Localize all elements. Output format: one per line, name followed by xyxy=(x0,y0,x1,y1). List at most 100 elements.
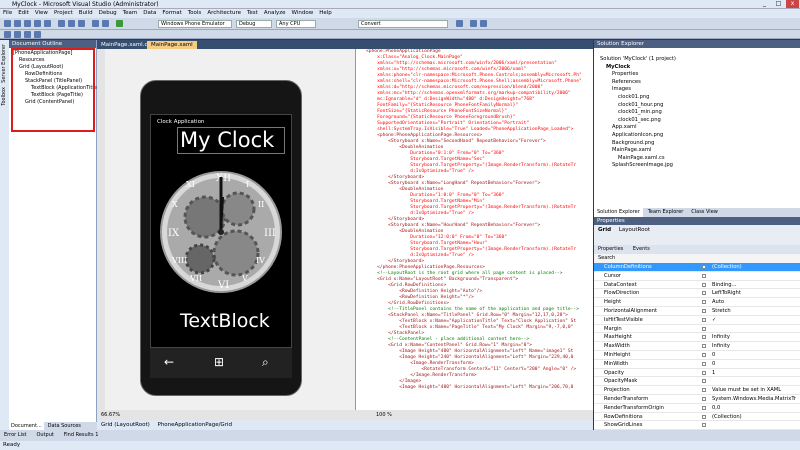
property-value[interactable]: 0 xyxy=(712,360,715,368)
solution-item[interactable]: clock01_min.png xyxy=(594,109,800,117)
maximize-button[interactable]: □ xyxy=(772,0,785,8)
menu-debug[interactable]: Debug xyxy=(96,9,120,18)
property-row[interactable]: Margin xyxy=(594,325,800,334)
property-marker-icon[interactable] xyxy=(702,273,706,278)
property-row[interactable]: OpacityMask xyxy=(594,377,800,387)
xaml-zoom[interactable]: 100 % xyxy=(356,410,593,420)
property-row[interactable]: Opacity 1 xyxy=(594,369,800,378)
menu-build[interactable]: Build xyxy=(76,9,96,18)
search-icon[interactable]: ⌕ xyxy=(262,355,269,370)
redo-icon[interactable] xyxy=(102,20,109,27)
tab-class-view[interactable]: Class View xyxy=(688,208,721,217)
tab-events[interactable]: Events xyxy=(629,246,654,252)
paste-icon[interactable] xyxy=(78,20,85,27)
page-title[interactable]: My Clock xyxy=(180,128,274,152)
property-value[interactable]: 1 xyxy=(712,369,715,377)
menu-format[interactable]: Format xyxy=(159,9,184,18)
menu-team[interactable]: Team xyxy=(120,9,141,18)
solution-item[interactable]: MainPage.xaml xyxy=(594,147,800,155)
solution-item[interactable]: Images xyxy=(594,86,800,94)
menu-tools[interactable]: Tools xyxy=(185,9,205,18)
solution-item[interactable]: Background.png xyxy=(594,140,800,148)
tab-find-results[interactable]: Find Results 1 xyxy=(60,430,103,441)
save-all-icon[interactable] xyxy=(44,20,51,27)
property-value[interactable]: LeftToRight xyxy=(712,289,741,297)
solution-item[interactable]: References xyxy=(594,79,800,87)
property-value[interactable]: 0 xyxy=(712,351,715,359)
property-row[interactable]: RenderTransformOrigin 0,0 xyxy=(594,404,800,413)
property-row[interactable]: HorizontalAlignment Stretch xyxy=(594,307,800,316)
property-value[interactable]: Value must be set in XAML xyxy=(712,386,781,394)
breadcrumb-path[interactable]: PhoneApplicationPage/Grid xyxy=(158,422,232,428)
property-row[interactable]: Cursor xyxy=(594,272,800,281)
cut-icon[interactable] xyxy=(58,20,65,27)
tab-mainpage-cs[interactable]: MainPage.xaml.cs xyxy=(97,41,154,49)
solution-item[interactable]: Properties xyxy=(594,71,800,79)
property-row[interactable]: MinWidth 0 xyxy=(594,360,800,369)
property-row[interactable]: RenderTransform System.Windows.Media.Matr… xyxy=(594,395,800,404)
property-row[interactable]: MaxHeight Infinity xyxy=(594,333,800,343)
property-value[interactable]: Auto xyxy=(712,298,724,306)
server-explorer-tab[interactable]: Server Explorer xyxy=(1,44,7,83)
property-marker-icon[interactable] xyxy=(702,370,706,375)
property-value[interactable]: 0,0 xyxy=(712,404,720,412)
save-icon[interactable] xyxy=(34,20,41,27)
zoom-ruler[interactable] xyxy=(97,49,105,419)
solution-item[interactable]: Solution 'MyClock' (1 project) xyxy=(594,56,800,64)
platform-select[interactable]: Any CPU xyxy=(276,20,316,28)
property-marker-icon[interactable] xyxy=(702,308,706,313)
property-value[interactable]: Stretch xyxy=(712,307,731,315)
property-row[interactable]: MaxWidth Infinity xyxy=(594,342,800,351)
property-row[interactable]: MinHeight 0 xyxy=(594,351,800,360)
open-file-icon[interactable] xyxy=(24,20,31,27)
property-row[interactable]: ShowGridLines xyxy=(594,421,800,431)
align-top-icon[interactable] xyxy=(34,31,41,38)
property-marker-icon[interactable] xyxy=(702,379,706,384)
property-row[interactable]: DataContext Binding... xyxy=(594,281,800,290)
align-right-icon[interactable] xyxy=(24,31,31,38)
property-marker-icon[interactable] xyxy=(702,317,706,322)
property-marker-icon[interactable] xyxy=(702,282,706,287)
property-marker-icon[interactable] xyxy=(702,405,706,410)
clock-face-icon[interactable]: XII III VI IX I II IV V VII VIII X XI xyxy=(160,157,282,307)
windows-icon[interactable]: ⊞ xyxy=(214,355,224,369)
find-icon[interactable] xyxy=(456,20,463,27)
copy-icon[interactable] xyxy=(68,20,75,27)
property-marker-icon[interactable] xyxy=(702,388,706,393)
tab-output[interactable]: Output xyxy=(32,430,57,441)
solution-explorer-icon[interactable] xyxy=(470,20,477,27)
solution-item[interactable]: ApplicationIcon.png xyxy=(594,132,800,140)
property-row[interactable]: Height Auto xyxy=(594,298,800,307)
application-title[interactable]: Clock Application xyxy=(157,119,204,125)
solution-item[interactable]: clock01_sec.png xyxy=(594,117,800,125)
tab-document-outline[interactable]: Document... xyxy=(9,422,44,430)
back-icon[interactable]: ← xyxy=(164,355,174,369)
property-marker-icon[interactable] xyxy=(702,361,706,366)
menu-file[interactable]: File xyxy=(0,9,15,18)
target-select[interactable]: Windows Phone Emulator xyxy=(158,20,232,28)
property-value[interactable]: Binding... xyxy=(712,281,737,289)
solution-item[interactable]: clock01.png xyxy=(594,94,800,102)
solution-item[interactable]: clock01_hour.png xyxy=(594,102,800,110)
property-value[interactable]: (Collection) xyxy=(712,263,742,271)
property-value[interactable]: (Collection) xyxy=(712,413,742,421)
add-item-icon[interactable] xyxy=(14,20,21,27)
property-marker-icon[interactable] xyxy=(702,423,706,428)
undo-icon[interactable] xyxy=(92,20,99,27)
tab-mainpage-xaml[interactable]: MainPage.xaml xyxy=(147,41,197,49)
menu-edit[interactable]: Edit xyxy=(15,9,32,18)
align-center-icon[interactable] xyxy=(14,31,21,38)
solution-item[interactable]: MainPage.xaml.cs xyxy=(594,155,800,163)
property-row[interactable]: ColumnDefinitions (Collection) xyxy=(594,263,800,272)
menu-view[interactable]: View xyxy=(32,9,51,18)
property-marker-icon[interactable] xyxy=(702,335,706,340)
xaml-editor[interactable]: <phone:PhoneApplicationPage x:Class="Ana… xyxy=(356,49,593,410)
property-value[interactable]: System.Windows.Media.MatrixTr xyxy=(712,395,796,403)
minimize-button[interactable]: _ xyxy=(758,0,771,8)
breadcrumb-grid[interactable]: Grid (LayoutRoot) xyxy=(101,422,150,428)
property-marker-icon[interactable] xyxy=(702,396,706,401)
property-row[interactable]: Projection Value must be set in XAML xyxy=(594,386,800,395)
property-marker-icon[interactable] xyxy=(702,344,706,349)
property-row[interactable]: RowDefinitions (Collection) xyxy=(594,413,800,422)
menu-help[interactable]: Help xyxy=(316,9,335,18)
